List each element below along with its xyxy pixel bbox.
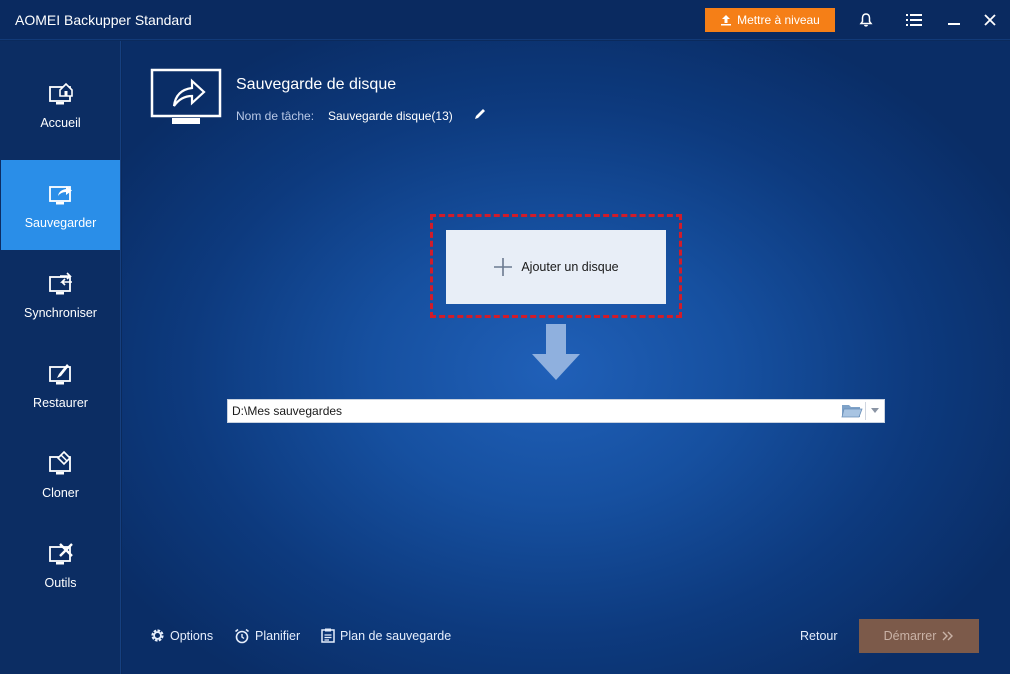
- browse-folder-icon[interactable]: [839, 400, 865, 422]
- edit-pencil-icon[interactable]: [473, 107, 487, 121]
- title-bar: AOMEI Backupper Standard Mettre à niveau: [0, 0, 1010, 40]
- menu-icon[interactable]: [904, 10, 924, 30]
- sidebar: Accueil Sauvegarder Synchroniser Restaur…: [0, 41, 121, 674]
- add-disk-button[interactable]: Ajouter un disque: [446, 230, 666, 304]
- sync-icon: [48, 272, 72, 295]
- sidebar-item-label: Accueil: [40, 116, 81, 130]
- plus-icon: [494, 258, 513, 276]
- destination-path-input[interactable]: [228, 404, 839, 418]
- sidebar-item-restaurer[interactable]: Restaurer: [1, 340, 120, 430]
- backup-plan-label: Plan de sauvegarde: [340, 628, 452, 643]
- app-title: AOMEI Backupper Standard: [15, 12, 192, 28]
- sidebar-item-label: Restaurer: [33, 396, 88, 410]
- task-name-label: Nom de tâche:: [236, 109, 315, 123]
- sidebar-item-cloner[interactable]: Cloner: [1, 430, 120, 520]
- destination-path-field[interactable]: [227, 399, 885, 423]
- start-label: Démarrer: [883, 629, 937, 643]
- sidebar-item-sauvegarder[interactable]: Sauvegarder: [1, 160, 120, 250]
- clipboard-list-icon: [321, 628, 335, 643]
- disk-backup-header-icon: [150, 68, 222, 124]
- start-button[interactable]: Démarrer: [859, 619, 979, 653]
- schedule-button[interactable]: Planifier: [234, 628, 300, 644]
- home-icon: [48, 82, 73, 105]
- notification-bell-icon[interactable]: [856, 10, 876, 30]
- clone-icon: [48, 450, 71, 475]
- options-label: Options: [170, 628, 214, 643]
- close-icon[interactable]: [980, 10, 1000, 30]
- gear-icon: [151, 629, 164, 642]
- sidebar-item-synchroniser[interactable]: Synchroniser: [1, 250, 120, 340]
- sidebar-item-label: Cloner: [42, 486, 79, 500]
- sidebar-item-label: Sauvegarder: [24, 216, 97, 230]
- page-title: Sauvegarde de disque: [236, 76, 397, 93]
- down-arrow-icon: [532, 324, 580, 380]
- add-disk-label: Ajouter un disque: [521, 260, 619, 274]
- minimize-icon[interactable]: [944, 10, 964, 30]
- upgrade-label: Mettre à niveau: [737, 13, 820, 27]
- tools-icon: [48, 543, 73, 565]
- double-chevron-right-icon: [942, 631, 954, 641]
- task-name-value: Sauvegarde disque(13): [328, 109, 453, 123]
- upgrade-icon: [721, 15, 732, 26]
- sidebar-item-outils[interactable]: Outils: [1, 520, 120, 610]
- options-button[interactable]: Options: [150, 628, 213, 643]
- backup-plan-button[interactable]: Plan de sauvegarde: [321, 628, 451, 643]
- restore-icon: [48, 364, 71, 385]
- back-button[interactable]: Retour: [800, 629, 838, 643]
- sidebar-item-label: Synchroniser: [24, 306, 97, 320]
- schedule-label: Planifier: [255, 629, 301, 643]
- main-panel: Sauvegarde de disque Nom de tâche: Sauve…: [122, 41, 1010, 674]
- alarm-clock-icon: [235, 628, 249, 644]
- sidebar-item-accueil[interactable]: Accueil: [1, 60, 120, 150]
- upgrade-button[interactable]: Mettre à niveau: [705, 8, 835, 32]
- sidebar-item-label: Outils: [44, 576, 77, 590]
- backup-icon: [48, 186, 72, 205]
- chevron-down-icon[interactable]: [866, 400, 884, 422]
